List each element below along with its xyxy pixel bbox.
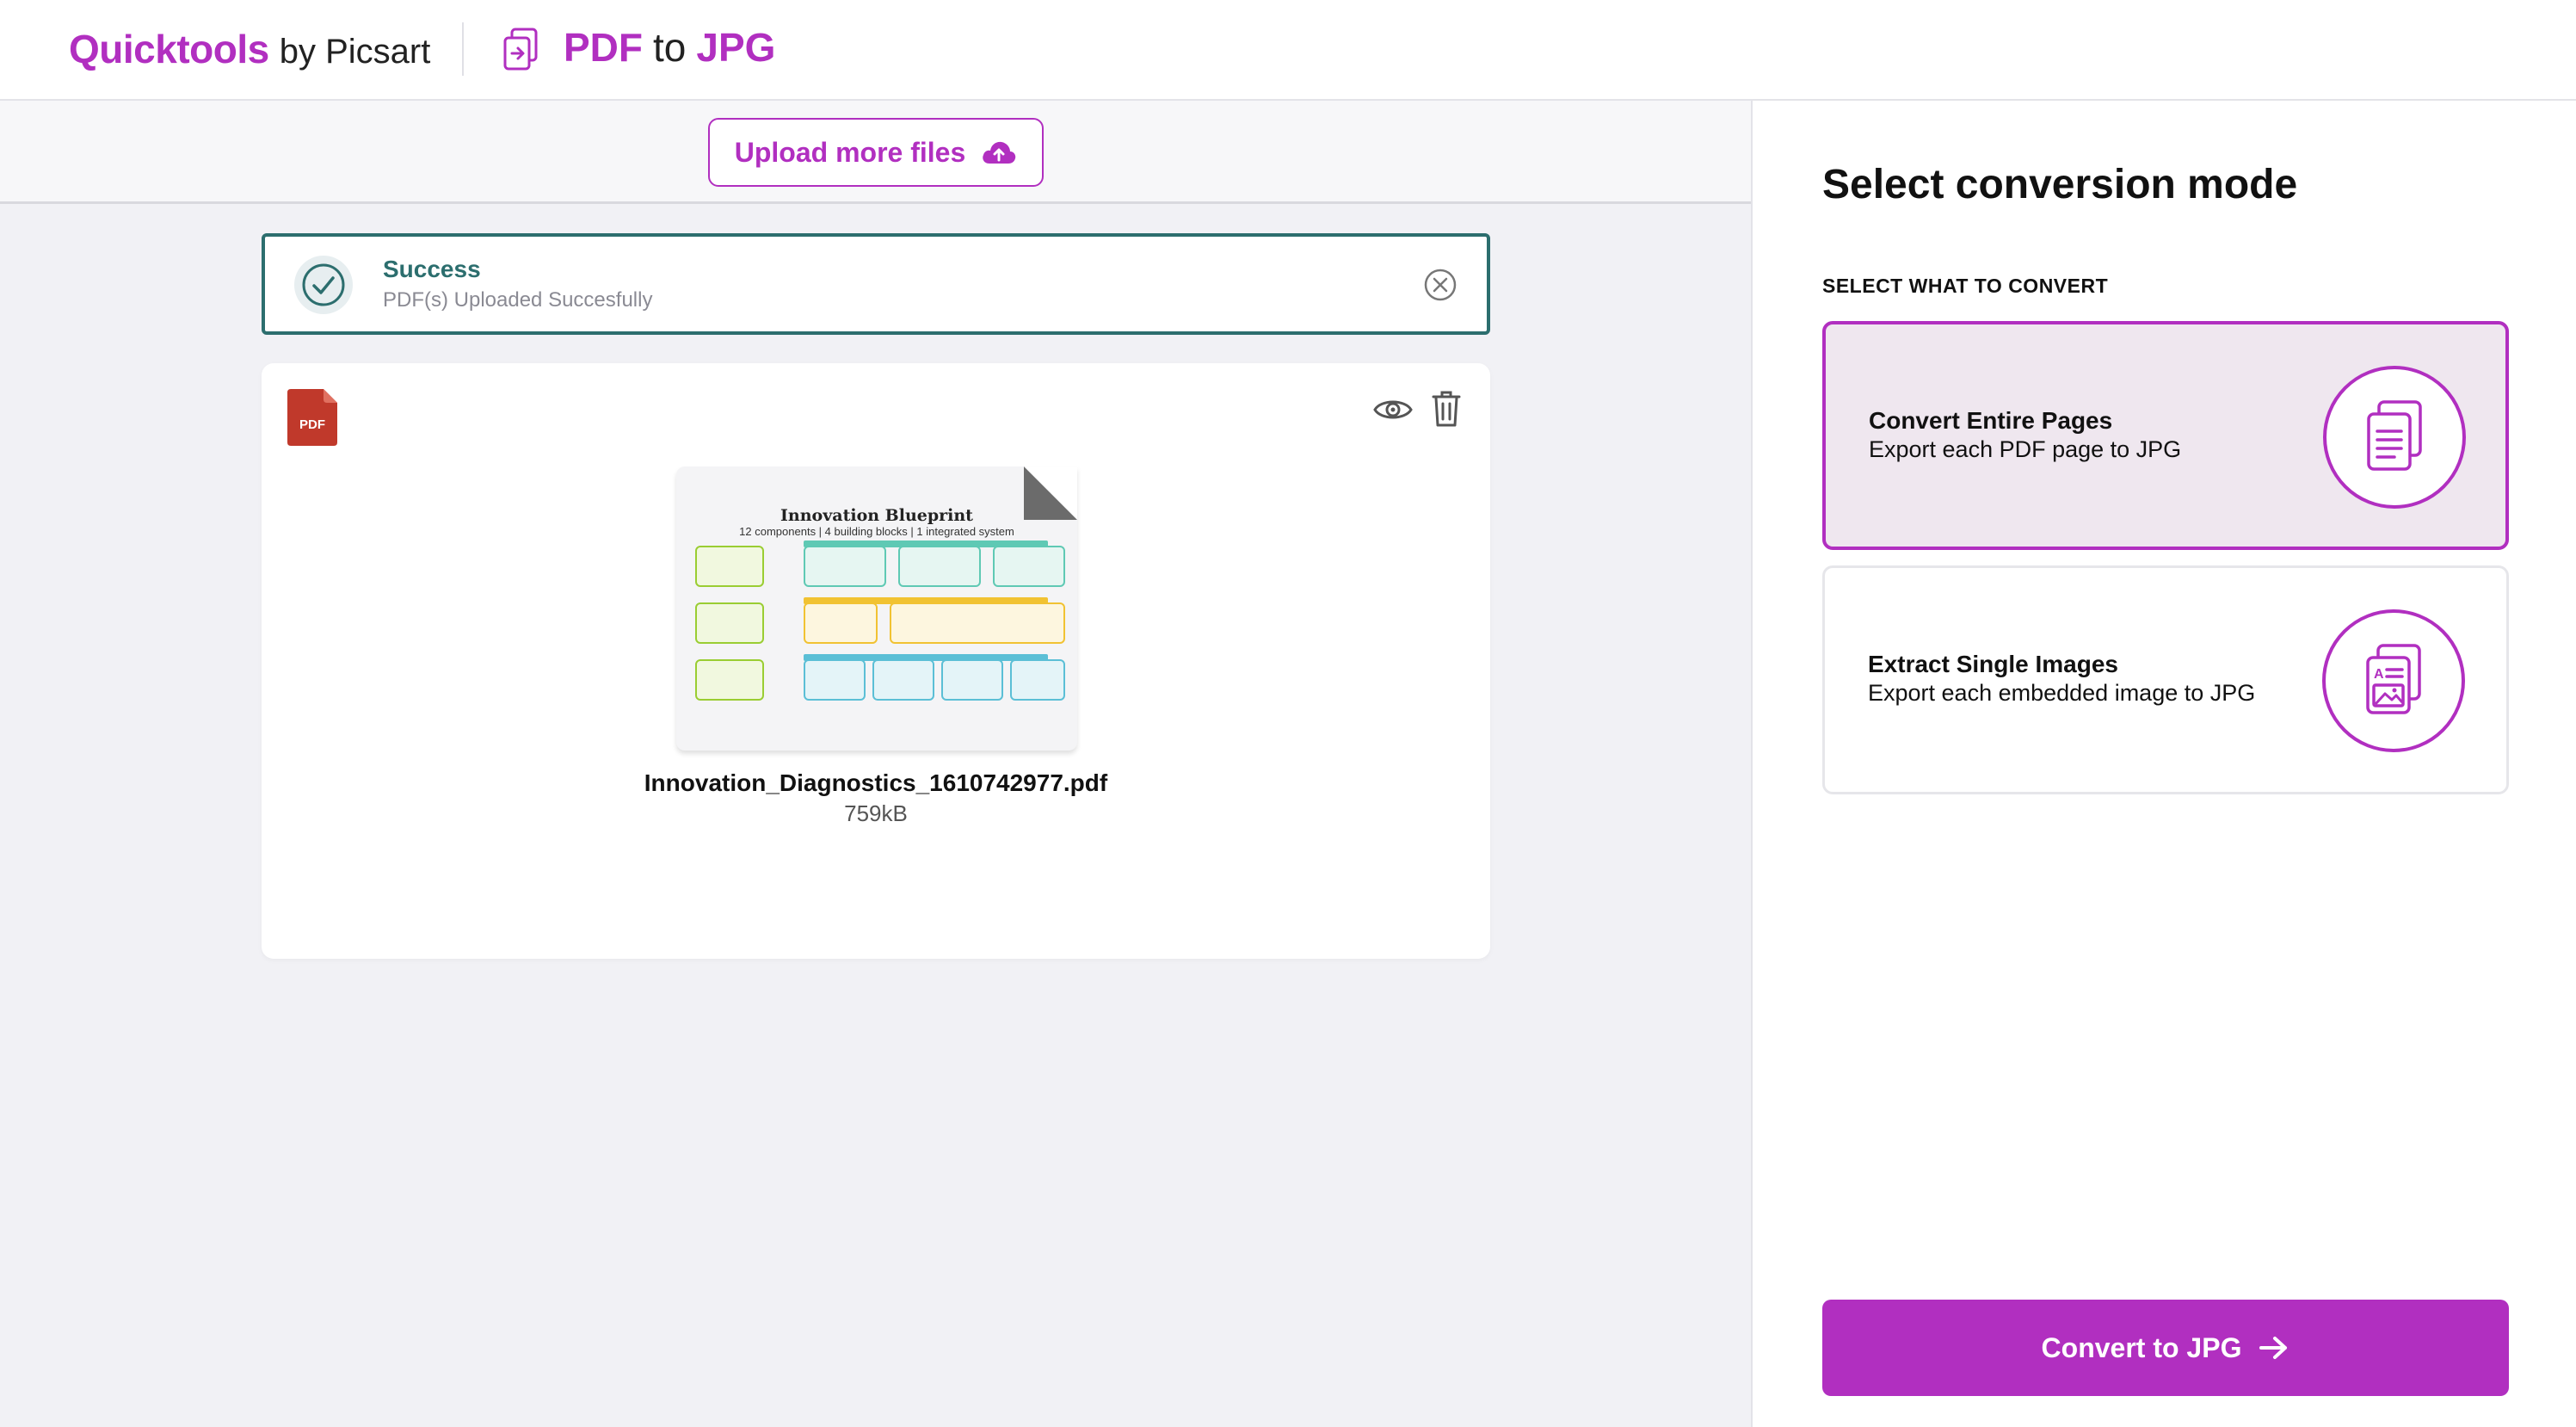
mode-title: Extract Single Images <box>1868 651 2119 677</box>
brand-by: by Picsart <box>279 33 431 71</box>
mode-title: Convert Entire Pages <box>1869 407 2113 434</box>
brand-name: Quicktools <box>69 27 269 71</box>
tool-title: PDF to JPG <box>564 24 775 71</box>
thumbnail-subtitle: 12 components | 4 building blocks | 1 in… <box>739 525 1014 538</box>
close-icon[interactable] <box>1423 268 1457 302</box>
upload-more-files-button[interactable]: Upload more files <box>708 118 1044 187</box>
cloud-upload-icon <box>983 141 1016 164</box>
tool-title-from: PDF <box>564 25 643 70</box>
mode-description: Export each embedded image to JPG <box>1868 680 2256 706</box>
success-check-icon <box>294 256 353 314</box>
upload-bar: Upload more files <box>0 101 1751 204</box>
conversion-panel: Select conversion mode SELECT WHAT TO CO… <box>1754 101 2576 1427</box>
thumbnail-row <box>695 654 1065 707</box>
eye-icon[interactable] <box>1372 394 1414 425</box>
success-alert: Success PDF(s) Uploaded Succesfully <box>262 233 1490 335</box>
tool-title-to: to <box>653 25 687 70</box>
brand-logo[interactable]: Quicktools by Picsart <box>69 26 430 76</box>
mode-description: Export each PDF page to JPG <box>1869 436 2182 462</box>
app-header: Quicktools by Picsart PDF to JPG <box>0 0 2576 101</box>
thumbnail-row <box>695 597 1065 651</box>
header-divider <box>462 22 464 76</box>
file-workspace: Upload more files Success PDF(s) Uploade… <box>0 101 1753 1427</box>
thumbnail-page: Innovation Blueprint 12 components | 4 b… <box>676 466 1077 751</box>
alert-title: Success <box>383 256 481 282</box>
file-thumbnail[interactable]: Innovation Blueprint 12 components | 4 b… <box>676 466 1077 756</box>
pdf-badge-label: PDF <box>299 417 325 432</box>
pdf-file-icon: PDF <box>287 389 337 446</box>
panel-title: Select conversion mode <box>1822 162 2298 207</box>
upload-button-label: Upload more files <box>734 136 966 168</box>
thumbnail-title: Innovation Blueprint <box>780 506 973 525</box>
convert-button-label: Convert to JPG <box>2041 1331 2242 1363</box>
pages-icon <box>2323 366 2466 509</box>
panel-subtitle: SELECT WHAT TO CONVERT <box>1822 275 2109 297</box>
svg-text:A: A <box>2374 667 2384 682</box>
alert-message: PDF(s) Uploaded Succesfully <box>383 288 653 312</box>
convert-to-jpg-button[interactable]: Convert to JPG <box>1822 1300 2509 1396</box>
tool-title-target: JPG <box>696 25 776 70</box>
file-size: 759kB <box>844 800 908 826</box>
thumbnail-row <box>695 541 1065 594</box>
pdf-to-file-icon <box>503 28 538 71</box>
image-document-icon: A <box>2322 609 2465 752</box>
page-fold <box>1024 466 1077 520</box>
trash-icon[interactable] <box>1430 389 1463 429</box>
mode-extract-single-images[interactable]: Extract Single Images Export each embedd… <box>1822 565 2509 794</box>
mode-convert-entire-pages[interactable]: Convert Entire Pages Export each PDF pag… <box>1822 321 2509 550</box>
file-name: Innovation_Diagnostics_1610742977.pdf <box>644 769 1108 796</box>
file-card: PDF Innovation Blueprint 12 components |… <box>262 363 1490 959</box>
arrow-right-icon <box>2259 1337 2288 1359</box>
